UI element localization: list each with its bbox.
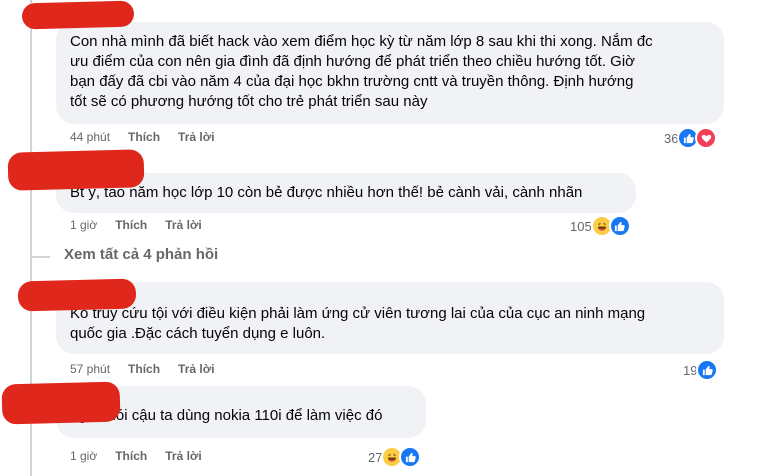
comment-text: Con nhà mình đã biết hack vào xem điểm h… xyxy=(70,33,653,110)
reply-button[interactable]: Trả lời xyxy=(165,218,202,232)
redacted-author-name xyxy=(21,0,135,30)
reaction-summary[interactable]: 36 xyxy=(664,127,718,149)
like-button[interactable]: Thích xyxy=(115,449,147,463)
love-icon xyxy=(695,127,718,149)
comment-actions: 57 phút Thích Trả lời xyxy=(70,362,215,376)
redacted-author-name xyxy=(1,381,121,425)
reaction-summary[interactable]: 19 xyxy=(683,359,719,381)
like-button[interactable]: Thích xyxy=(128,362,160,376)
reaction-count: 36 xyxy=(664,130,679,146)
comment-time[interactable]: 1 giờ xyxy=(70,449,97,463)
comment-text: Ko truy cứu tội với điều kiện phải làm ứ… xyxy=(70,305,646,342)
comment-time[interactable]: 44 phút xyxy=(70,130,110,144)
thread-line xyxy=(30,256,50,258)
reaction-count: 19 xyxy=(683,362,698,378)
like-button[interactable]: Thích xyxy=(115,218,147,232)
redacted-author-name xyxy=(7,149,145,191)
reply-button[interactable]: Trả lời xyxy=(178,362,215,376)
reaction-summary[interactable]: 27 xyxy=(368,446,422,468)
reply-button[interactable]: Trả lời xyxy=(178,130,215,144)
redacted-author-name xyxy=(17,278,137,312)
like-icon xyxy=(696,359,719,381)
view-all-replies-link[interactable]: Xem tất cả 4 phản hồi xyxy=(64,246,218,263)
comment-actions: 1 giờ Thích Trả lời xyxy=(70,218,202,232)
reply-button[interactable]: Trả lời xyxy=(165,449,202,463)
like-button[interactable]: Thích xyxy=(128,130,160,144)
like-icon xyxy=(399,446,422,468)
comment-time[interactable]: 57 phút xyxy=(70,362,110,376)
comment-text: nghe nói cậu ta dùng nokia 110i để làm v… xyxy=(70,407,383,424)
reaction-summary[interactable]: 105 xyxy=(570,215,631,237)
comment-bubble: Con nhà mình đã biết hack vào xem điểm h… xyxy=(56,22,724,124)
comment-actions: 1 giờ Thích Trả lời xyxy=(70,449,202,463)
like-icon xyxy=(608,215,631,237)
reaction-count: 27 xyxy=(368,449,383,465)
comment-bubble: Ko truy cứu tội với điều kiện phải làm ứ… xyxy=(56,282,724,354)
reaction-count: 105 xyxy=(570,218,592,234)
comment-time[interactable]: 1 giờ xyxy=(70,218,97,232)
comment-text: Bt ý, tao năm học lớp 10 còn bẻ được nhi… xyxy=(70,184,583,201)
comment-actions: 44 phút Thích Trả lời xyxy=(70,130,215,144)
